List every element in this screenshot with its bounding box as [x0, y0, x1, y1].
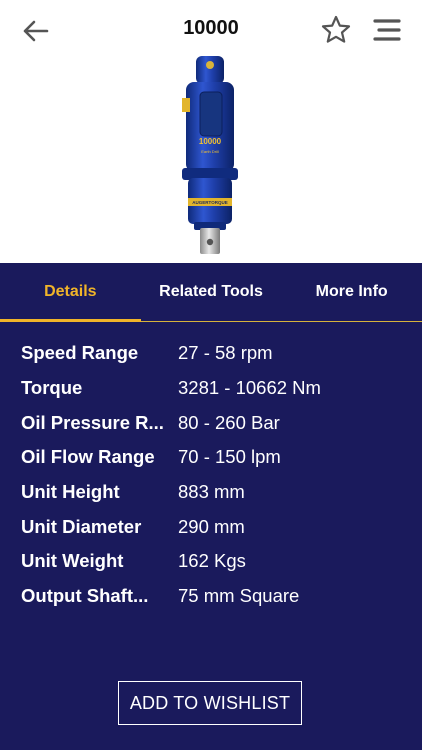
spec-row-oil-pressure: Oil Pressure R... 80 - 260 Bar [0, 405, 422, 440]
tab-bar: Details Related Tools More Info [0, 263, 422, 322]
spec-row-speed-range: Speed Range 27 - 58 rpm [0, 336, 422, 371]
spec-value: 3281 - 10662 Nm [178, 377, 321, 399]
product-image: 10000 Earth Drill AUGERTORQUE [182, 56, 238, 254]
spec-value: 290 mm [178, 515, 245, 537]
spec-value: 70 - 150 lpm [178, 446, 281, 468]
back-button[interactable] [18, 14, 52, 48]
tab-details[interactable]: Details [0, 263, 141, 322]
menu-button[interactable] [370, 14, 404, 46]
spec-list: Speed Range 27 - 58 rpm Torque 3281 - 10… [0, 336, 422, 614]
tab-more-info[interactable]: More Info [281, 263, 422, 321]
page-title: 10000 [183, 17, 239, 39]
spec-value: 27 - 58 rpm [178, 342, 273, 364]
spec-row-unit-diameter: Unit Diameter 290 mm [0, 509, 422, 544]
spec-row-output-shaft: Output Shaft... 75 mm Square [0, 579, 422, 614]
spec-label: Torque [21, 377, 83, 399]
spec-label: Oil Pressure R... [21, 411, 164, 433]
spec-label: Speed Range [21, 342, 139, 364]
tab-details-label: Details [44, 283, 97, 300]
product-sub-label: Earth Drill [201, 149, 219, 154]
tab-more-info-label: More Info [315, 283, 388, 300]
spec-value: 80 - 260 Bar [178, 411, 280, 433]
top-header: 10000 10000 Earth Drill AUGERTORQUE [0, 0, 422, 263]
arrow-left-icon [23, 20, 49, 42]
spec-row-unit-weight: Unit Weight 162 Kgs [0, 544, 422, 579]
spec-label: Output Shaft... [21, 585, 149, 607]
product-brand-label: AUGERTORQUE [192, 200, 227, 205]
tab-related-tools-label: Related Tools [159, 283, 263, 300]
spec-row-torque: Torque 3281 - 10662 Nm [0, 371, 422, 406]
spec-label: Oil Flow Range [21, 446, 155, 468]
spec-label: Unit Height [21, 481, 120, 503]
tab-related-tools[interactable]: Related Tools [141, 263, 282, 321]
spec-label: Unit Diameter [21, 515, 142, 537]
spec-row-unit-height: Unit Height 883 mm [0, 475, 422, 510]
spec-value: 162 Kgs [178, 550, 246, 572]
product-model-label: 10000 [199, 137, 222, 146]
spec-value: 75 mm Square [178, 585, 300, 607]
menu-icon [373, 19, 401, 41]
add-to-wishlist-button[interactable]: ADD TO WISHLIST [118, 681, 302, 725]
spec-label: Unit Weight [21, 550, 124, 572]
spec-row-oil-flow: Oil Flow Range 70 - 150 lpm [0, 440, 422, 475]
star-outline-icon [321, 15, 351, 43]
favorite-button[interactable] [318, 12, 354, 48]
spec-value: 883 mm [178, 481, 245, 503]
